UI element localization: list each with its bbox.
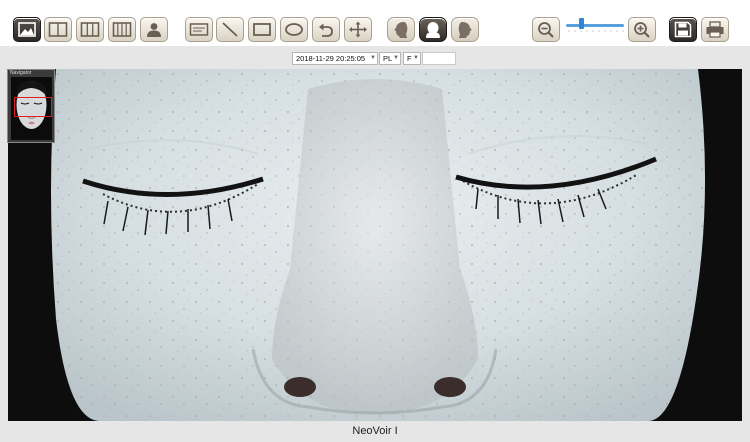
- face-left-button[interactable]: [387, 17, 415, 42]
- save-icon: [674, 21, 692, 38]
- zoom-out-button[interactable]: [532, 17, 560, 42]
- undo-button[interactable]: [312, 17, 340, 42]
- product-name: NeoVoir I: [352, 425, 398, 437]
- person-icon: [147, 23, 161, 37]
- image-viewer[interactable]: [8, 69, 742, 421]
- move-icon: [349, 21, 367, 38]
- chevron-down-icon: ▼: [393, 55, 399, 61]
- patient-button[interactable]: [140, 17, 168, 42]
- view-value: F: [407, 54, 412, 63]
- view-select[interactable]: F ▼: [403, 52, 421, 65]
- navigator-title: Navigator: [10, 70, 32, 76]
- zoom-out-icon: [538, 22, 554, 38]
- date-select-value: 2018-11-29 20:25:05: [296, 54, 366, 63]
- four-panel-icon: [112, 22, 132, 37]
- face-left-icon: [394, 22, 408, 38]
- zoom-in-button[interactable]: [628, 17, 656, 42]
- two-panel-icon: [48, 22, 68, 37]
- navigator-thumbnail[interactable]: [11, 77, 52, 140]
- text-tool-button[interactable]: [185, 17, 213, 42]
- line-icon: [222, 22, 238, 37]
- zoom-slider-thumb[interactable]: [578, 18, 584, 29]
- save-button[interactable]: [669, 17, 697, 42]
- undo-icon: [319, 23, 333, 37]
- toolbar: [0, 0, 750, 46]
- zoom-slider[interactable]: [566, 24, 624, 27]
- face-right-button[interactable]: [451, 17, 479, 42]
- zoom-in-icon: [634, 22, 650, 38]
- footer: NeoVoir I: [0, 421, 750, 442]
- face-front-icon: [426, 22, 440, 38]
- text-box-icon: [189, 23, 209, 36]
- move-button[interactable]: [344, 17, 372, 42]
- navigator-viewport-rect[interactable]: [14, 97, 52, 117]
- ellipse-tool-button[interactable]: [280, 17, 308, 42]
- comment-field[interactable]: [422, 52, 456, 65]
- capture-selector-row: 2018-11-29 20:25:05 ▼ PL ▼ F ▼: [0, 50, 750, 67]
- date-select[interactable]: 2018-11-29 20:25:05 ▼: [292, 52, 378, 65]
- layout-two-button[interactable]: [44, 17, 72, 42]
- line-tool-button[interactable]: [216, 17, 244, 42]
- layout-three-button[interactable]: [76, 17, 104, 42]
- navigator-panel[interactable]: Navigator: [7, 69, 55, 143]
- chevron-down-icon: ▼: [370, 55, 376, 61]
- light-mode-value: PL: [383, 54, 393, 63]
- rectangle-icon: [253, 23, 271, 36]
- zoom-slider-scale: [566, 30, 624, 32]
- print-button[interactable]: [701, 17, 729, 42]
- three-panel-icon: [80, 22, 100, 37]
- face-image: [8, 69, 742, 421]
- layout-single-button[interactable]: [13, 17, 41, 42]
- chevron-down-icon: ▼: [413, 55, 419, 61]
- rectangle-tool-button[interactable]: [248, 17, 276, 42]
- face-right-icon: [458, 22, 472, 38]
- layout-four-button[interactable]: [108, 17, 136, 42]
- ellipse-icon: [285, 23, 303, 36]
- print-icon: [706, 21, 724, 38]
- image-icon: [18, 22, 36, 37]
- face-front-button[interactable]: [419, 17, 447, 42]
- light-mode-select[interactable]: PL ▼: [379, 52, 401, 65]
